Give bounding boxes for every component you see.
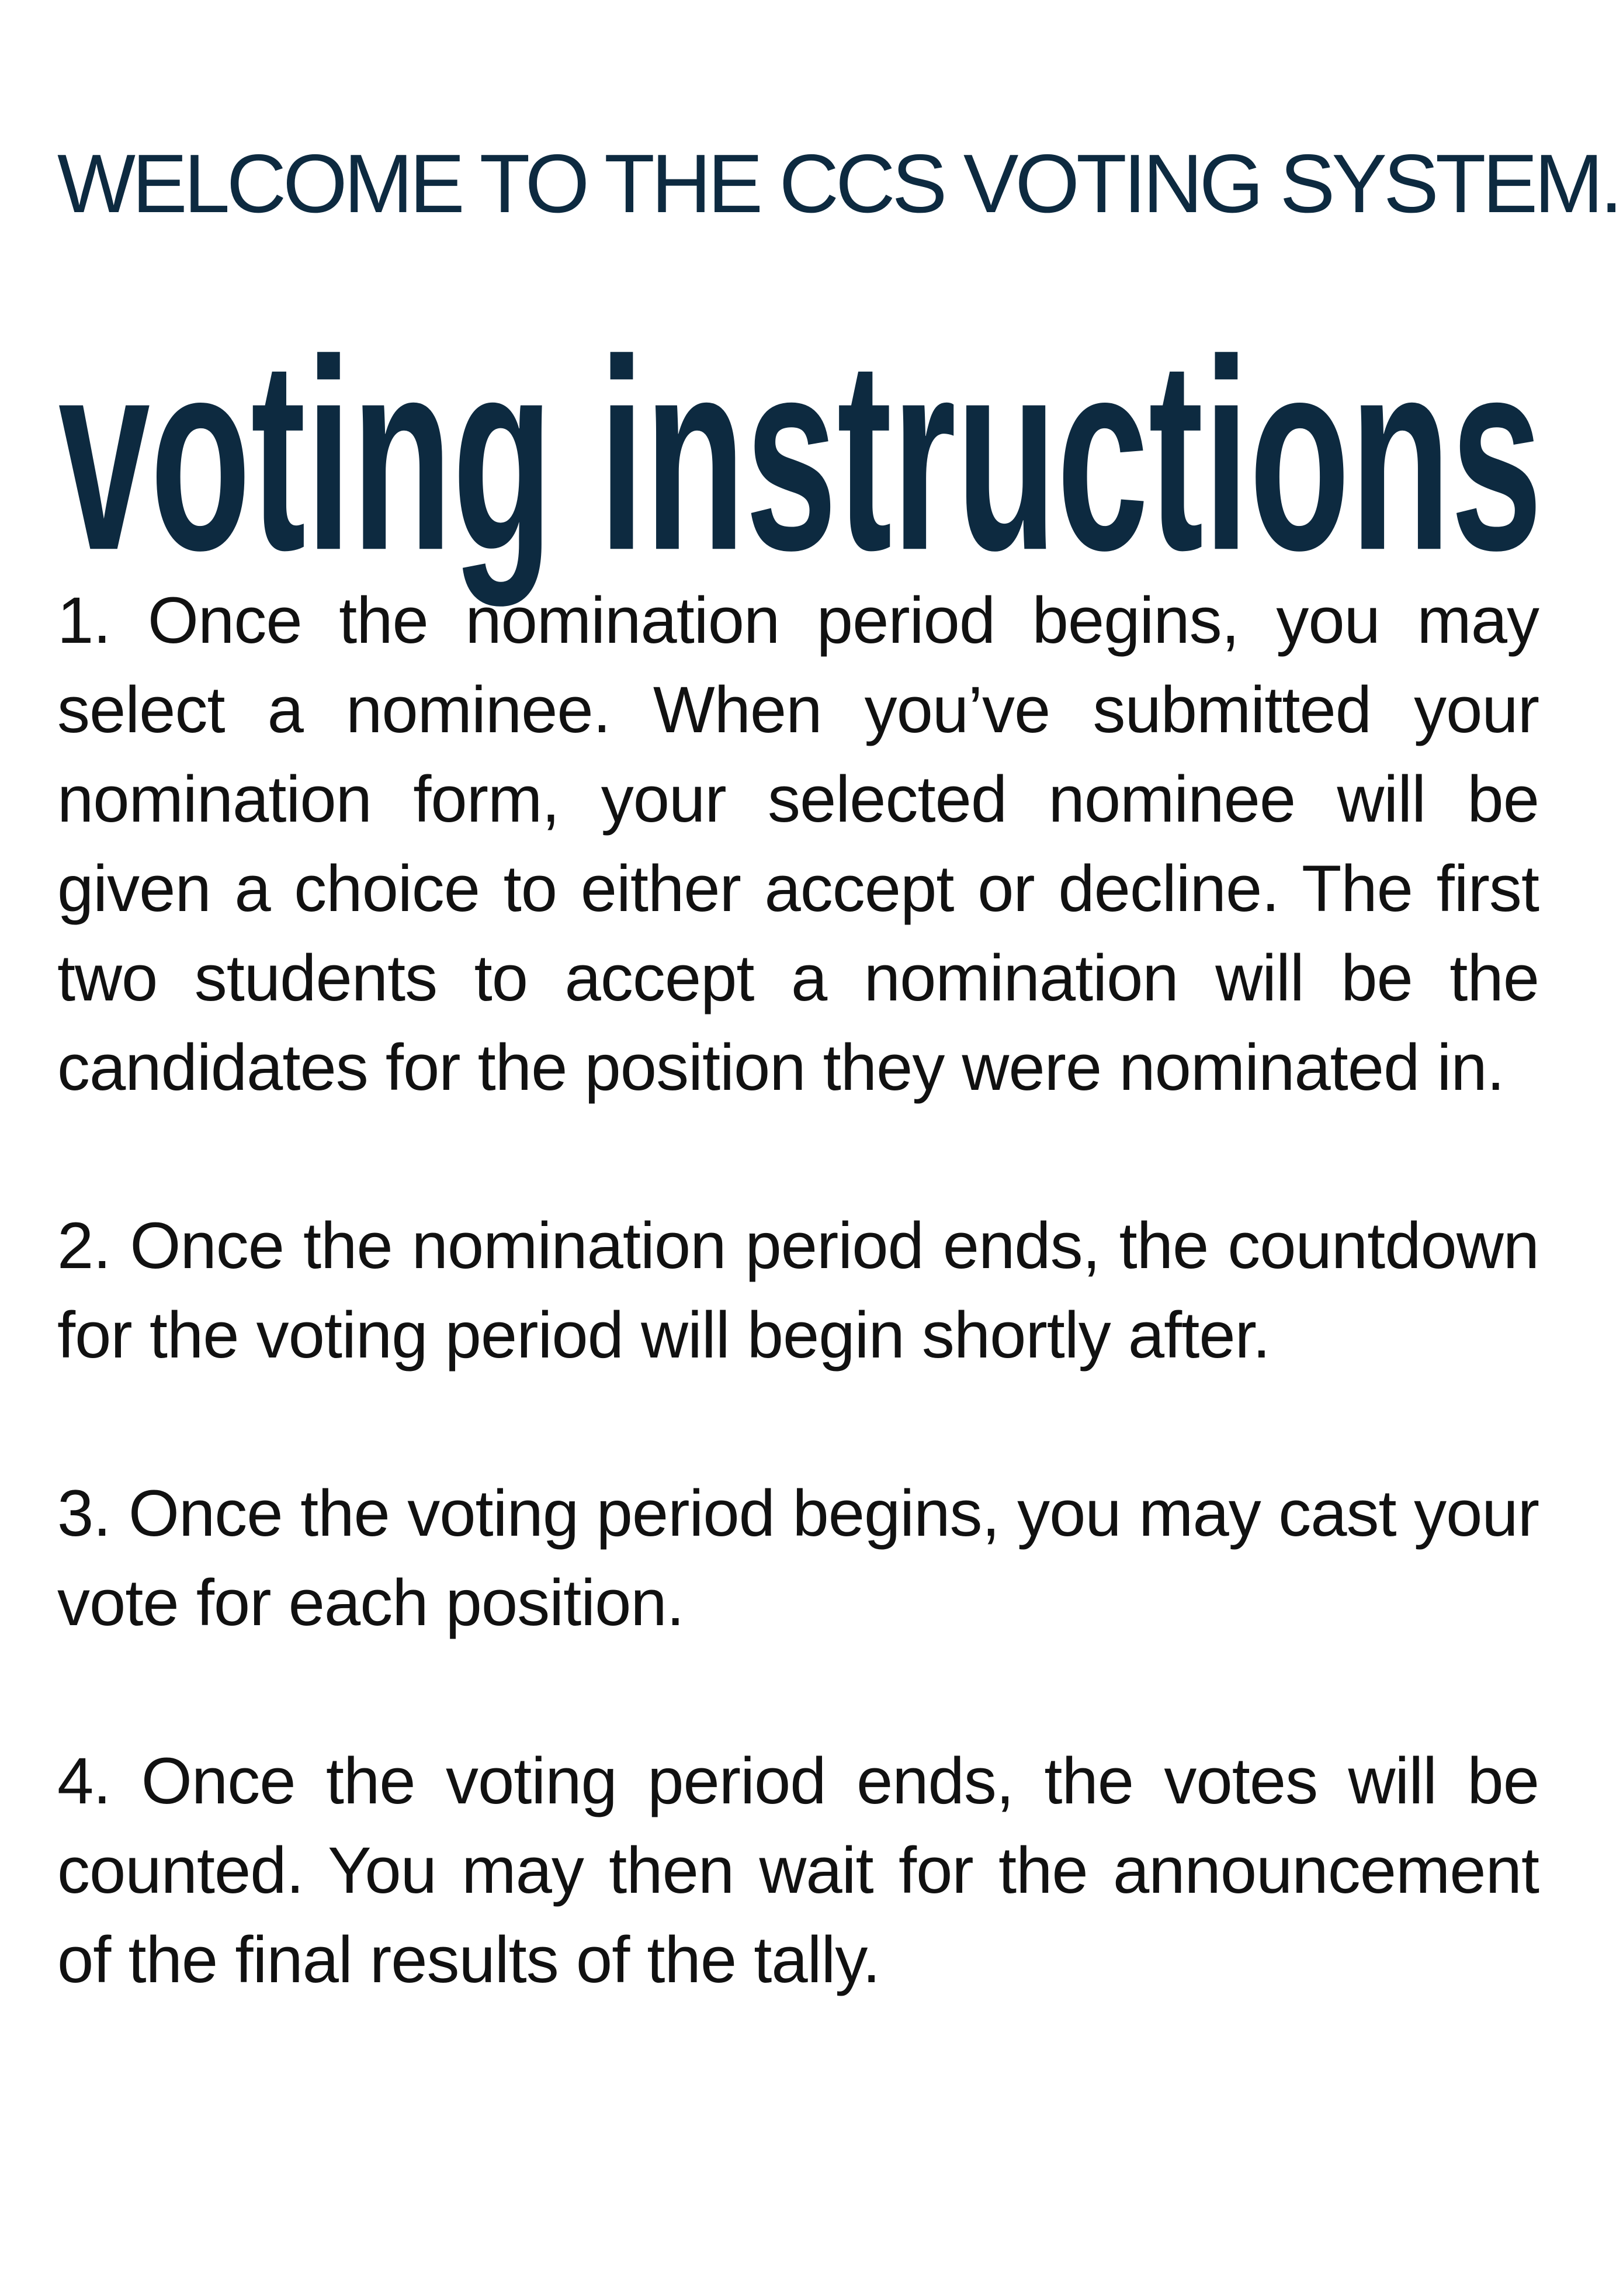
- instruction-step-2: 2. Once the nomination period ends, the …: [57, 1209, 1539, 1372]
- instruction-step-3: 3. Once the voting period begins, you ma…: [57, 1477, 1539, 1639]
- instructions-page: WELCOME TO THE CCS VOTING SYSTEM. voting…: [0, 0, 1623, 2296]
- instruction-list: 1. Once the nomination period begins, yo…: [57, 576, 1539, 2004]
- title-graphic: voting instructions: [58, 303, 1542, 608]
- instruction-step-4: 4. Once the voting period ends, the vote…: [57, 1744, 1539, 1996]
- title-text: voting instructions: [58, 303, 1542, 608]
- welcome-heading: WELCOME TO THE CCS VOTING SYSTEM.: [57, 137, 1623, 230]
- page-title: voting instructions: [58, 245, 1542, 608]
- instruction-step-1: 1. Once the nomination period begins, yo…: [57, 584, 1539, 1104]
